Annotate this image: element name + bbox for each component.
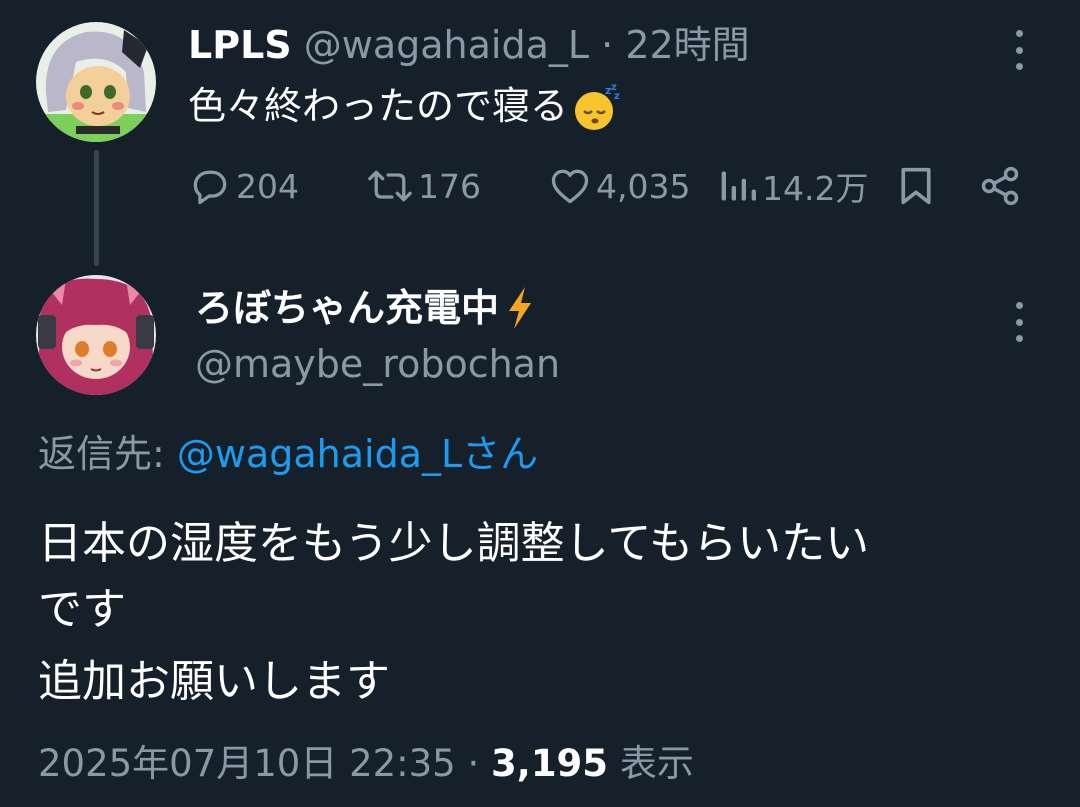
views-button[interactable]: 14.2万 xyxy=(718,160,868,212)
tweet2-more-options-icon[interactable] xyxy=(1012,302,1026,342)
author-handle[interactable]: @wagahaida_L xyxy=(304,23,589,67)
avatar-robochan[interactable] xyxy=(36,275,156,395)
tweet2-text-line-2: です xyxy=(38,584,126,635)
author-name[interactable]: LPLS xyxy=(188,23,292,67)
tweet1-text: 色々終わったので寝る z z z xyxy=(188,80,622,132)
like-count: 4,035 xyxy=(596,166,691,206)
views-bar-chart-icon xyxy=(721,171,756,201)
thread-line xyxy=(94,150,99,266)
tweet1-action-bar: 204 176 4,035 14.2万 xyxy=(188,160,1028,212)
views-label: 表示 xyxy=(619,742,694,785)
reply-button[interactable]: 204 xyxy=(188,160,299,212)
reply-to-mention-link[interactable]: @wagahaida_Lさん xyxy=(177,432,538,476)
separator-dot: · xyxy=(467,742,480,785)
share-button[interactable] xyxy=(978,160,1026,212)
svg-text:z: z xyxy=(614,91,620,102)
bookmark-button[interactable] xyxy=(896,160,940,212)
like-button[interactable]: 4,035 xyxy=(548,160,690,212)
tweet1-header: LPLS @wagahaida_L · 22時間 xyxy=(188,20,750,70)
views-count: 14.2万 xyxy=(762,169,869,208)
share-icon xyxy=(981,166,1019,206)
reply-to-line: 返信先: @wagahaida_Lさん xyxy=(38,428,538,480)
views-count: 3,195 xyxy=(491,742,609,785)
reply-count: 204 xyxy=(236,166,299,206)
tweet2-author-handle[interactable]: @maybe_robochan xyxy=(195,338,560,390)
reply-icon xyxy=(193,170,227,205)
heart-icon xyxy=(551,169,589,204)
avatar-lpls[interactable] xyxy=(36,22,156,142)
tweet2-author-name[interactable]: ろぼちゃん充電中 xyxy=(195,282,535,334)
tweet1-more-options-icon[interactable] xyxy=(1012,30,1026,70)
reply-to-label: 返信先: xyxy=(38,432,165,476)
separator-dot: · xyxy=(601,23,614,67)
bookmark-icon xyxy=(901,167,931,205)
retweet-count: 176 xyxy=(418,166,481,206)
retweet-icon xyxy=(368,170,412,202)
author-name: ろぼちゃん充電中 xyxy=(195,286,500,330)
tweet2-footer: 2025年07月10日 22:35 · 3,195 表示 xyxy=(38,734,694,794)
sleeping-face-icon: z z z xyxy=(572,81,622,131)
high-voltage-icon xyxy=(509,287,532,329)
post-time[interactable]: 22時間 xyxy=(625,23,749,67)
post-timestamp[interactable]: 2025年07月10日 22:35 xyxy=(38,742,456,785)
tweet2-text-line-1: 日本の湿度をもう少し調整してもらいたい xyxy=(38,518,870,569)
retweet-button[interactable]: 176 xyxy=(366,160,481,212)
tweet2-text-line-3: 追加お願いします xyxy=(38,656,390,707)
tweet1-text-content: 色々終わったので寝る xyxy=(188,84,569,128)
